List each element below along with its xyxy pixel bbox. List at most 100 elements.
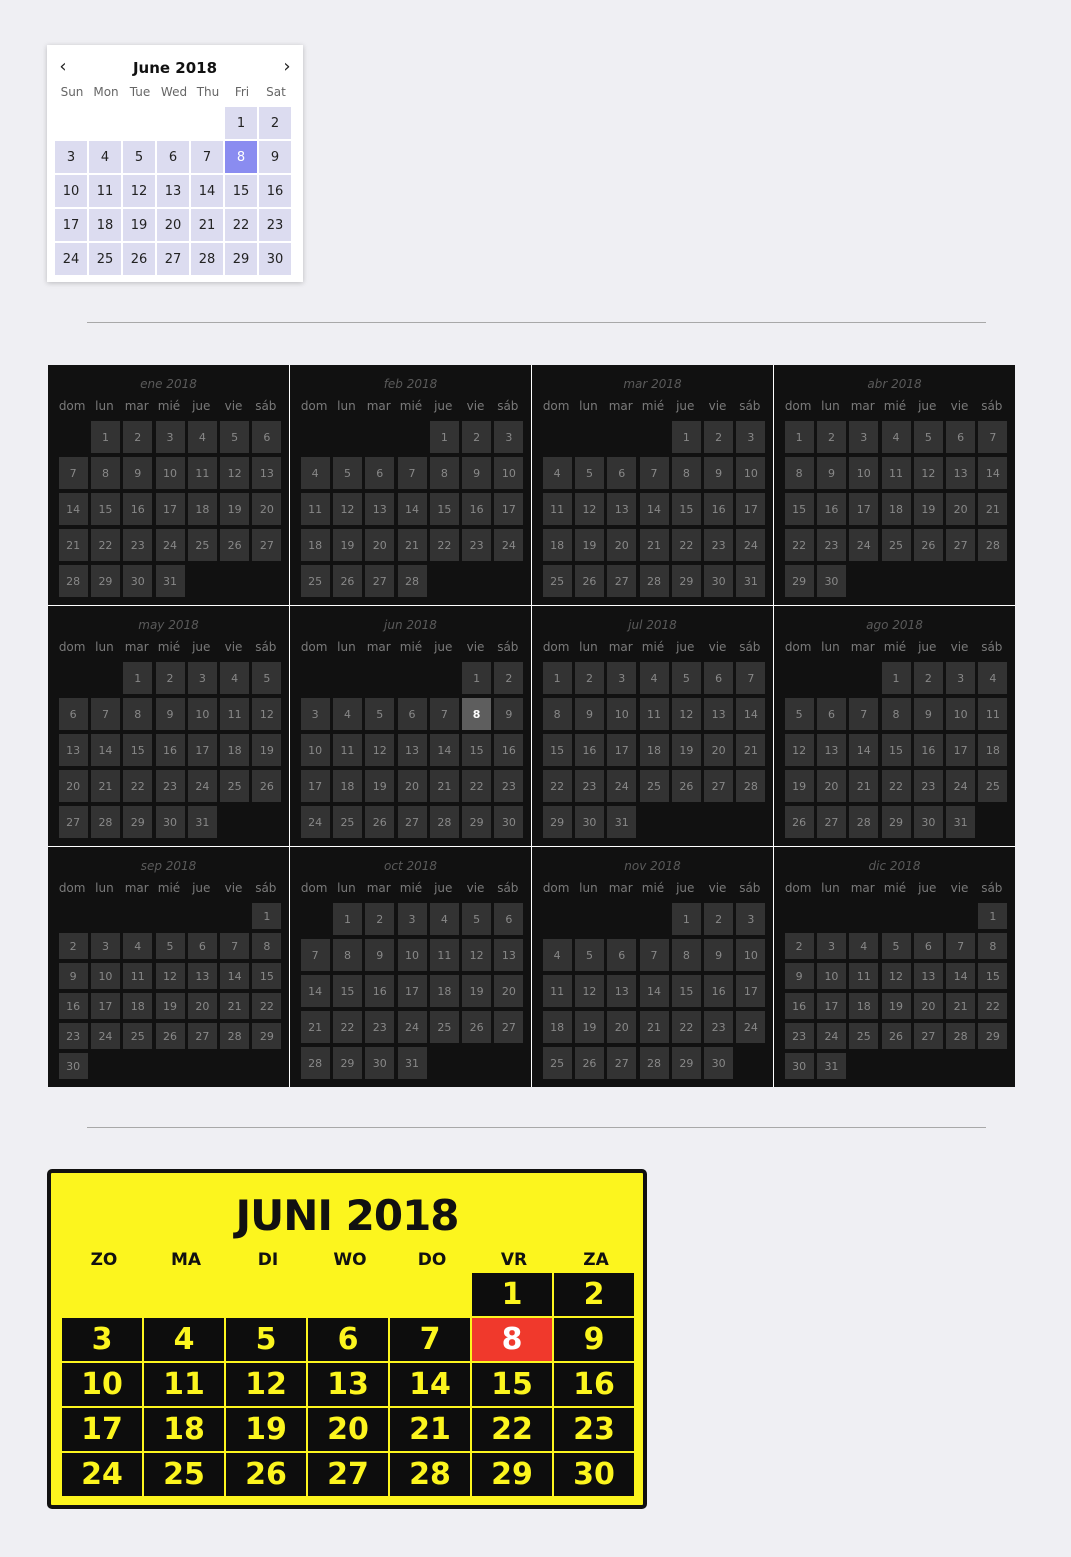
day-cell[interactable]: 11 [89,175,121,207]
day-cell[interactable]: 19 [155,993,185,1019]
day-cell[interactable]: 5 [226,1318,306,1361]
day-cell[interactable]: 27 [704,770,734,802]
day-cell[interactable]: 17 [736,975,766,1007]
day-cell[interactable]: 23 [554,1408,634,1451]
day-cell[interactable]: 30 [574,806,604,838]
day-cell[interactable]: 18 [300,529,330,561]
day-cell[interactable]: 5 [784,698,814,730]
day-cell[interactable]: 7 [639,939,669,971]
day-cell[interactable]: 27 [913,1023,943,1049]
day-cell[interactable]: 24 [155,529,185,561]
day-cell[interactable]: 14 [220,963,250,989]
day-cell[interactable]: 18 [123,993,153,1019]
day-cell[interactable]: 25 [429,1011,459,1043]
day-cell[interactable]: 31 [816,1053,846,1079]
day-cell[interactable]: 16 [462,493,492,525]
day-cell[interactable]: 6 [704,662,734,694]
day-cell[interactable]: 23 [365,1011,395,1043]
day-cell[interactable]: 3 [607,662,637,694]
day-cell[interactable]: 22 [881,770,911,802]
day-cell[interactable]: 27 [607,1047,637,1079]
day-cell[interactable]: 30 [913,806,943,838]
day-cell[interactable]: 11 [123,963,153,989]
day-cell[interactable]: 3 [62,1318,142,1361]
day-cell[interactable]: 2 [704,421,734,453]
day-cell[interactable]: 15 [881,734,911,766]
selected-day-cell[interactable]: 8 [462,698,492,730]
day-cell[interactable]: 19 [220,493,250,525]
day-cell[interactable]: 27 [494,1011,524,1043]
day-cell[interactable]: 12 [913,457,943,489]
day-cell[interactable]: 23 [816,529,846,561]
day-cell[interactable]: 28 [639,565,669,597]
day-cell[interactable]: 31 [946,806,976,838]
day-cell[interactable]: 12 [574,493,604,525]
day-cell[interactable]: 13 [397,734,427,766]
day-cell[interactable]: 1 [881,662,911,694]
day-cell[interactable]: 20 [308,1408,388,1451]
day-cell[interactable]: 6 [252,421,282,453]
day-cell[interactable]: 7 [220,933,250,959]
day-cell[interactable]: 6 [816,698,846,730]
day-cell[interactable]: 6 [157,141,189,173]
day-cell[interactable]: 22 [784,529,814,561]
day-cell[interactable]: 1 [123,662,153,694]
day-cell[interactable]: 1 [429,421,459,453]
day-cell[interactable]: 22 [671,529,701,561]
day-cell[interactable]: 30 [155,806,185,838]
day-cell[interactable]: 3 [187,662,217,694]
day-cell[interactable]: 9 [58,963,88,989]
day-cell[interactable]: 10 [736,457,766,489]
day-cell[interactable]: 27 [252,529,282,561]
day-cell[interactable]: 15 [472,1363,552,1406]
day-cell[interactable]: 11 [300,493,330,525]
day-cell[interactable]: 24 [494,529,524,561]
day-cell[interactable]: 20 [187,993,217,1019]
day-cell[interactable]: 24 [187,770,217,802]
day-cell[interactable]: 23 [123,529,153,561]
day-cell[interactable]: 13 [494,939,524,971]
day-cell[interactable]: 8 [542,698,572,730]
day-cell[interactable]: 28 [978,529,1008,561]
day-cell[interactable]: 24 [736,529,766,561]
day-cell[interactable]: 14 [639,493,669,525]
day-cell[interactable]: 18 [429,975,459,1007]
day-cell[interactable]: 24 [397,1011,427,1043]
day-cell[interactable]: 25 [300,565,330,597]
day-cell[interactable]: 25 [639,770,669,802]
day-cell[interactable]: 13 [816,734,846,766]
day-cell[interactable]: 19 [365,770,395,802]
day-cell[interactable]: 29 [671,1047,701,1079]
day-cell[interactable]: 4 [89,141,121,173]
day-cell[interactable]: 21 [191,209,223,241]
day-cell[interactable]: 1 [90,421,120,453]
day-cell[interactable]: 7 [397,457,427,489]
day-cell[interactable]: 6 [397,698,427,730]
day-cell[interactable]: 16 [259,175,291,207]
day-cell[interactable]: 4 [187,421,217,453]
day-cell[interactable]: 5 [252,662,282,694]
day-cell[interactable]: 12 [220,457,250,489]
day-cell[interactable]: 5 [881,933,911,959]
day-cell[interactable]: 13 [187,963,217,989]
day-cell[interactable]: 27 [946,529,976,561]
day-cell[interactable]: 3 [816,933,846,959]
day-cell[interactable]: 3 [397,903,427,935]
day-cell[interactable]: 27 [157,243,189,275]
day-cell[interactable]: 25 [123,1023,153,1049]
day-cell[interactable]: 18 [332,770,362,802]
day-cell[interactable]: 13 [308,1363,388,1406]
day-cell[interactable]: 5 [155,933,185,959]
day-cell[interactable]: 22 [472,1408,552,1451]
day-cell[interactable]: 6 [494,903,524,935]
day-cell[interactable]: 1 [462,662,492,694]
day-cell[interactable]: 25 [542,1047,572,1079]
day-cell[interactable]: 20 [365,529,395,561]
day-cell[interactable]: 13 [704,698,734,730]
day-cell[interactable]: 11 [542,493,572,525]
day-cell[interactable]: 28 [390,1453,470,1496]
day-cell[interactable]: 2 [574,662,604,694]
day-cell[interactable]: 6 [946,421,976,453]
day-cell[interactable]: 12 [252,698,282,730]
day-cell[interactable]: 27 [397,806,427,838]
